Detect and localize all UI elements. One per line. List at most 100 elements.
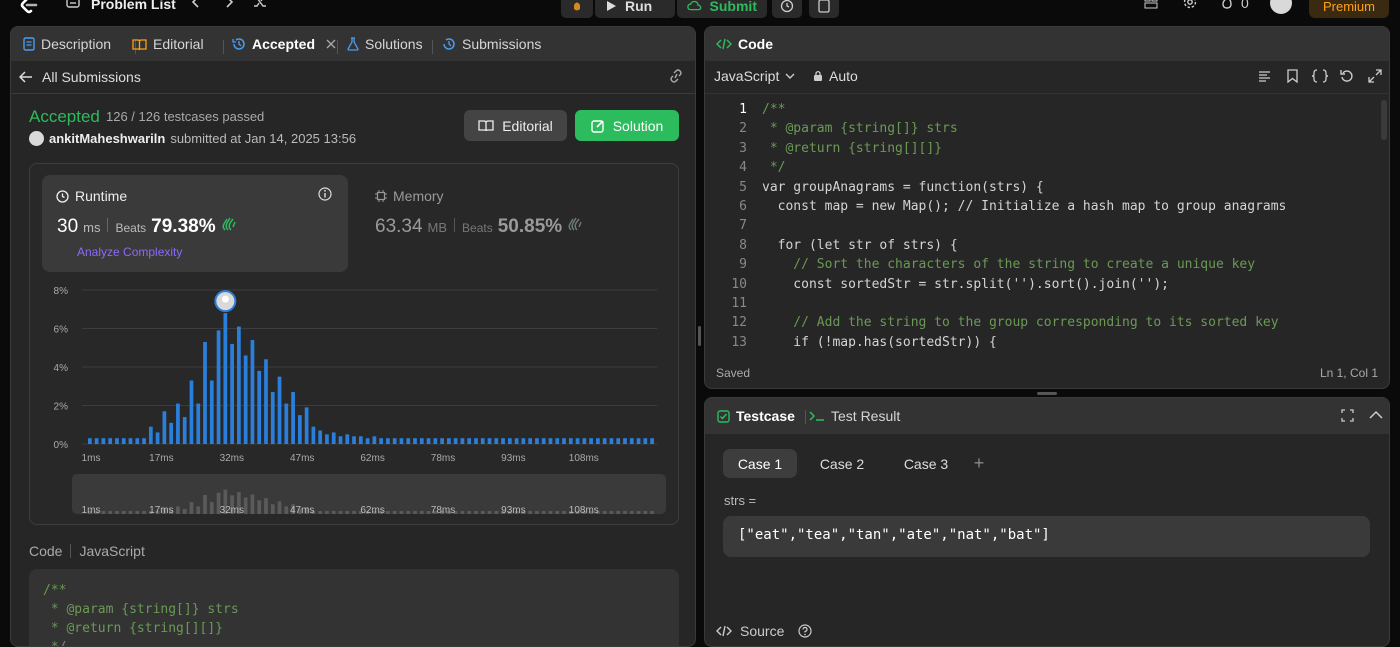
expand-icon[interactable] <box>1341 409 1354 422</box>
chart-bar <box>142 438 146 444</box>
chart-overview-bar <box>386 511 390 514</box>
flask-icon <box>347 37 359 51</box>
chart-overview-bar <box>108 511 113 514</box>
code-editor-area[interactable]: 1 2 3 4 5 6 7 8 9 10 11 12 13 /** * @par… <box>705 100 1389 348</box>
auto-mode-toggle[interactable]: Auto <box>813 68 858 84</box>
user-avatar[interactable] <box>1270 0 1292 14</box>
chart-bar <box>94 438 99 444</box>
chart-overview-bar <box>189 502 194 514</box>
editorial-button[interactable]: Editorial <box>464 110 567 141</box>
braces-icon[interactable] <box>1312 69 1328 83</box>
submitted-code-box[interactable]: /** * @param {string[]} strs * @return {… <box>29 569 679 646</box>
history-icon <box>232 38 245 50</box>
chart-bar <box>189 380 194 444</box>
chart-bar <box>338 436 343 444</box>
submit-button[interactable]: Submit <box>677 0 767 18</box>
editor-scrollbar[interactable] <box>1381 100 1387 140</box>
testcase-input-field[interactable]: ["eat","tea","tan","ate","nat","bat"] <box>723 516 1370 557</box>
user-avatar[interactable] <box>29 131 44 146</box>
chart-bar <box>447 438 451 444</box>
problem-list-label[interactable]: Problem List <box>91 0 176 12</box>
chart-bar <box>406 438 411 444</box>
chevron-right-icon[interactable] <box>222 0 236 9</box>
layout-icon[interactable] <box>1144 0 1158 9</box>
vertical-resize-handle[interactable] <box>698 326 701 346</box>
info-icon[interactable] <box>318 187 332 201</box>
tab-description[interactable]: Description <box>23 36 111 52</box>
streak-fire-icon[interactable] <box>1220 0 1234 9</box>
premium-button[interactable]: Premium <box>1309 0 1389 18</box>
note-icon <box>818 0 830 13</box>
chart-bar <box>176 403 180 444</box>
chart-overview-bar <box>650 511 654 514</box>
chart-bar <box>284 403 289 444</box>
case-3-tab[interactable]: Case 3 <box>891 449 961 478</box>
chart-bar <box>555 438 560 444</box>
submitter-username[interactable]: ankitMaheshwariln <box>49 131 165 146</box>
chart-bar <box>101 438 106 444</box>
bookmark-icon[interactable] <box>1287 69 1298 83</box>
language-selector[interactable]: JavaScript <box>714 68 795 84</box>
chart-bar <box>223 313 228 444</box>
case-1-tab[interactable]: Case 1 <box>723 449 797 478</box>
format-code-icon[interactable] <box>1258 70 1271 82</box>
runtime-distribution-chart[interactable]: 8% 6% 4% 2% 0% 1ms 17ms 32ms 47ms 62ms 78ms 93ms 108… <box>30 276 678 522</box>
debug-button[interactable] <box>561 0 593 18</box>
chart-overview-bar <box>555 511 560 514</box>
source-link[interactable]: Source <box>716 623 812 639</box>
run-button[interactable]: Run <box>595 0 675 18</box>
submission-panel: Description Editorial Accepted Solutions… <box>10 26 696 647</box>
top-bar: Problem List Run Submit 0 Premium <box>0 0 1400 22</box>
chart-y-tick-label: 6% <box>54 325 69 336</box>
analyze-complexity-link[interactable]: Analyze Complexity <box>77 245 182 259</box>
chart-overview-bar <box>331 511 336 514</box>
chart-bar <box>480 438 485 444</box>
chart-overview-bar <box>406 511 411 514</box>
memory-beats-label: Beats <box>462 221 493 235</box>
chart-bar <box>318 430 323 444</box>
save-status: Saved <box>716 366 751 380</box>
line-number: 1 <box>739 102 747 117</box>
tab-testcase[interactable]: Testcase <box>717 408 795 424</box>
link-icon[interactable] <box>668 69 684 83</box>
notes-button[interactable] <box>809 0 839 18</box>
submitted-time: submitted at Jan 14, 2025 13:56 <box>170 131 357 146</box>
close-icon[interactable] <box>325 38 337 50</box>
tab-submissions[interactable]: Submissions <box>442 36 541 52</box>
leetcode-logo-icon[interactable] <box>18 0 40 16</box>
fullscreen-icon[interactable] <box>1368 69 1382 83</box>
tab-editorial[interactable]: Editorial <box>132 36 204 52</box>
problem-list-icon[interactable] <box>66 0 80 8</box>
tab-solutions-label: Solutions <box>365 36 423 52</box>
back-to-all-submissions[interactable]: All Submissions <box>19 69 141 85</box>
chart-overview-tick-label: 93ms <box>501 505 525 516</box>
chevron-up-icon[interactable] <box>1369 410 1383 420</box>
timer-button[interactable] <box>772 0 802 18</box>
tab-test-result[interactable]: Test Result <box>809 408 900 424</box>
chart-bar <box>643 438 648 444</box>
add-case-button[interactable]: + <box>969 449 989 478</box>
left-tab-bar: Description Editorial Accepted Solutions… <box>11 27 695 61</box>
tab-solutions[interactable]: Solutions <box>347 36 423 52</box>
tab-accepted[interactable]: Accepted <box>232 36 337 52</box>
chart-overview-tick-label: 17ms <box>149 505 173 516</box>
chevron-left-icon[interactable] <box>189 0 203 9</box>
edit-icon <box>591 119 604 133</box>
chart-y-tick-label: 0% <box>54 440 69 451</box>
chart-bar <box>365 438 370 444</box>
chart-bar <box>609 438 614 444</box>
runtime-card[interactable]: Runtime 30 ms Beats 79.38% Analyze Compl… <box>42 175 348 272</box>
case-2-tab[interactable]: Case 2 <box>807 449 877 478</box>
chart-bar <box>331 432 336 444</box>
chart-bar <box>433 438 438 444</box>
reset-icon[interactable] <box>1340 69 1354 83</box>
shuffle-icon[interactable] <box>253 0 267 9</box>
chart-overview-tick-label: 47ms <box>290 505 314 516</box>
solution-button[interactable]: Solution <box>575 110 679 141</box>
memory-card[interactable]: Memory 63.34 MB Beats 50.85% <box>375 175 669 272</box>
chart-bar <box>386 438 390 444</box>
settings-gear-icon[interactable] <box>1183 0 1197 9</box>
chart-overview-bar <box>636 511 641 514</box>
horizontal-resize-handle[interactable] <box>1037 392 1057 395</box>
code-line: if (!map.has(sortedStr)) { <box>762 334 997 348</box>
